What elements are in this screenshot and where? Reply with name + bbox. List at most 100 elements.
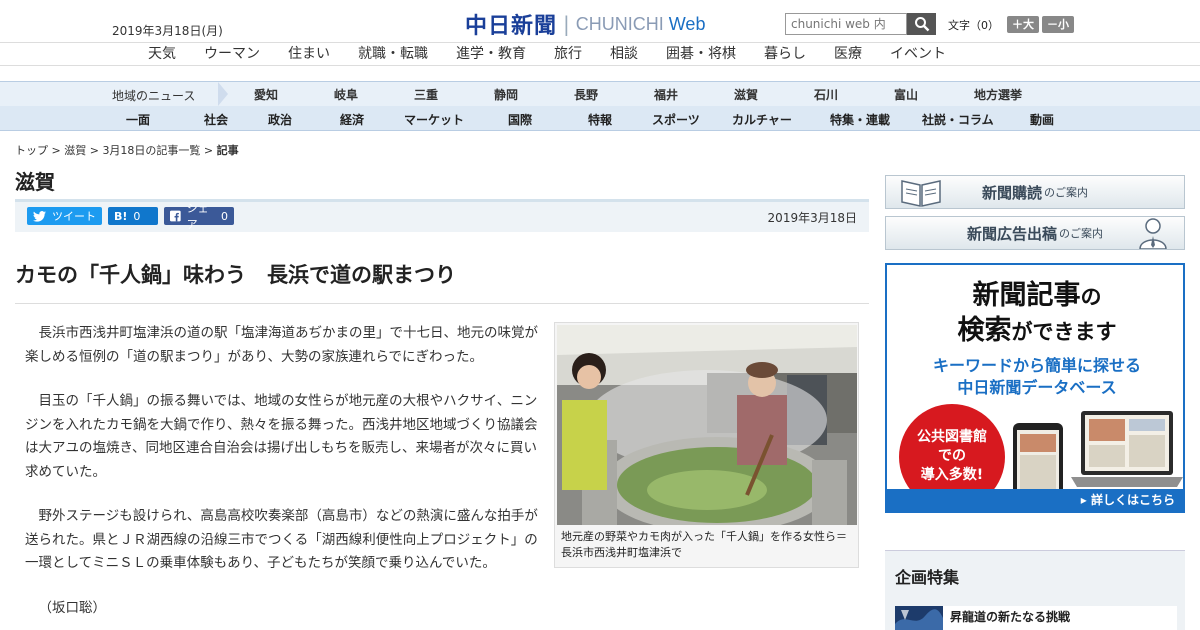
article-paragraph: 目玉の「千人鍋」の振る舞いでは、地域の女性らが地元産の大根やハクサイ、ニンジンを… (25, 393, 538, 480)
article-body: 長浜市西浅井町塩津浜の道の駅「塩津海道あぢかまの里」で十七日、地元の味覚が楽しめ… (25, 322, 540, 630)
article-photo[interactable] (557, 325, 857, 525)
category-nav-item[interactable]: 動画 (1030, 111, 1070, 128)
top-nav-item[interactable]: 暮らし (764, 43, 806, 65)
site-logo[interactable]: 中日新聞 | CHUNICHI Web (465, 8, 705, 40)
search-input[interactable] (785, 13, 907, 35)
top-nav-item[interactable]: 就職・転職 (358, 43, 428, 65)
ad-subheadline: キーワードから簡単に探せる 中日新聞データベース (887, 355, 1183, 399)
advertising-banner[interactable]: 新聞広告出稿 のご案内 (885, 216, 1185, 250)
facebook-share-button[interactable]: シェア 0 (164, 202, 234, 231)
ad-line2-main: 検索 (957, 315, 1012, 346)
category-nav-item[interactable]: 社説・コラム (922, 111, 1030, 128)
article-date: 2019年3月18日 (767, 211, 857, 225)
category-nav-item[interactable]: マーケット (404, 111, 508, 128)
font-size-decrease-button[interactable]: －小 (1042, 16, 1074, 33)
tweet-button[interactable]: ツイート (27, 207, 102, 225)
hatena-icon: B! (114, 209, 128, 223)
logo-english: CHUNICHI (575, 13, 664, 34)
category-nav-item[interactable]: 経済 (340, 111, 404, 128)
top-nav-item[interactable]: 旅行 (554, 43, 582, 65)
site-search (785, 13, 936, 35)
share-bar: ツイート B! 0 シェア 0 2019年3月18日 (15, 199, 869, 232)
newspaper-icon (901, 180, 941, 207)
category-nav-item[interactable]: 特集・連載 (830, 111, 922, 128)
top-nav-item[interactable]: ウーマン (204, 43, 260, 65)
advertising-banner-title: 新聞広告出稿 (966, 224, 1057, 243)
article-paragraph: 野外ステージも設けられ、高島高校吹奏楽部（高島市）などの熱演に盛んな拍手が送られ… (25, 508, 538, 571)
region-nav-item[interactable]: 石川 (814, 86, 894, 103)
breadcrumb-separator: > (86, 144, 103, 157)
photo-caption: 地元産の野菜やカモ肉が入った「千人鍋」を作る女性ら＝長浜市西浅井町塩津浜で (561, 530, 847, 559)
ad-badge-line2: での (938, 448, 966, 464)
person-icon (1139, 218, 1167, 249)
hatena-bookmark-button[interactable]: B! 0 (108, 207, 158, 225)
feature-section: 企画特集 昇龍道の新たなる挑戦 (885, 550, 1185, 630)
breadcrumb-current: 記事 (216, 144, 239, 157)
ad-sub-line2: 中日新聞データベース (957, 378, 1117, 397)
database-ad[interactable]: 新聞記事の 検索ができます キーワードから簡単に探せる 中日新聞データベース 公… (885, 263, 1185, 513)
category-nav-item[interactable]: 一面 (126, 111, 204, 128)
breadcrumb-link[interactable]: トップ (15, 144, 48, 157)
top-nav-item[interactable]: 天気 (148, 43, 176, 65)
top-nav-item[interactable]: 住まい (288, 43, 330, 65)
category-nav-item[interactable]: 国際 (508, 111, 588, 128)
article-headline: カモの「千人鍋」味わう 長浜で道の駅まつり (15, 259, 869, 304)
article-paragraph: （坂口聡） (38, 599, 107, 616)
top-nav-item[interactable]: 囲碁・将棋 (666, 43, 736, 65)
region-nav-item[interactable]: 愛知 (254, 86, 334, 103)
region-nav-item[interactable]: 福井 (654, 86, 734, 103)
tweet-label: ツイート (52, 210, 96, 223)
top-navigation: 天気 ウーマン 住まい 就職・転職 進学・教育 旅行 相談 囲碁・将棋 暮らし 医療 イベント (0, 42, 1200, 66)
ad-details-link[interactable]: ▸ 詳しくはこちら (887, 489, 1183, 511)
region-nav-item[interactable]: 長野 (574, 86, 654, 103)
article-photo-figure: 地元産の野菜やカモ肉が入った「千人鍋」を作る女性ら＝長浜市西浅井町塩津浜で (554, 322, 859, 568)
breadcrumb-link[interactable]: 滋賀 (64, 144, 86, 157)
facebook-share-count: 0 (221, 209, 228, 223)
logo-separator: | (563, 12, 570, 36)
font-size-label: 文字（0） (948, 18, 999, 32)
ad-headline: 新聞記事の 検索ができます (887, 279, 1183, 349)
top-nav-item[interactable]: イベント (890, 43, 946, 65)
feature-section-title: 企画特集 (895, 568, 960, 587)
ad-badge-line1: 公共図書館 (917, 429, 987, 445)
facebook-share-label: シェア (186, 202, 209, 231)
article-paragraph: 長浜市西浅井町塩津浜の道の駅「塩津海道あぢかまの里」で十七日、地元の味覚が楽しめ… (25, 325, 538, 365)
breadcrumb-link[interactable]: 3月18日の記事一覧 (102, 144, 200, 157)
region-nav-label: 地域のニュース (112, 89, 196, 103)
breadcrumb-separator: > (48, 144, 65, 157)
region-navigation: 地域のニュース 愛知 岐阜 三重 静岡 長野 福井 滋賀 石川 富山 地方選挙 (0, 81, 1200, 106)
font-size-increase-button[interactable]: ＋大 (1007, 16, 1039, 33)
region-nav-item[interactable]: 静岡 (494, 86, 574, 103)
logo-web: Web (668, 13, 706, 34)
feature-item-title: 昇龍道の新たなる挑戦 (950, 610, 1071, 624)
logo-japanese: 中日新聞 (465, 13, 558, 39)
hatena-count: 0 (133, 209, 141, 223)
top-nav-item[interactable]: 進学・教育 (456, 43, 526, 65)
region-nav-item[interactable]: 地方選挙 (974, 86, 1054, 103)
subscription-banner-sub: のご案内 (1044, 186, 1088, 199)
category-nav-item[interactable]: スポーツ (652, 111, 732, 128)
category-nav-item[interactable]: 特報 (588, 111, 652, 128)
top-nav-item[interactable]: 相談 (610, 43, 638, 65)
font-size-control: 文字（0） ＋大 －小 (948, 16, 1074, 33)
ad-line2-rest: ができます (1011, 319, 1117, 344)
category-nav-item[interactable]: カルチャー (732, 111, 830, 128)
breadcrumb-separator: > (200, 144, 217, 157)
subscription-banner[interactable]: 新聞購読 のご案内 (885, 175, 1185, 209)
photo-illustration (557, 325, 857, 525)
search-button[interactable] (907, 13, 936, 35)
feature-item[interactable]: 昇龍道の新たなる挑戦 (895, 606, 1177, 630)
region-nav-item[interactable]: 三重 (414, 86, 494, 103)
category-nav-item[interactable]: 政治 (268, 111, 340, 128)
category-nav-item[interactable]: 社会 (204, 111, 268, 128)
region-arrow-divider (218, 82, 228, 106)
section-title: 滋賀 (15, 170, 55, 194)
subscription-banner-title: 新聞購読 (981, 183, 1042, 202)
ad-sub-line1: キーワードから簡単に探せる (932, 356, 1141, 375)
region-nav-item[interactable]: 富山 (894, 86, 974, 103)
region-nav-item[interactable]: 岐阜 (334, 86, 414, 103)
region-nav-item[interactable]: 滋賀 (734, 86, 814, 103)
facebook-icon (170, 210, 181, 222)
top-nav-item[interactable]: 医療 (834, 43, 862, 65)
feature-thumbnail (895, 606, 943, 630)
